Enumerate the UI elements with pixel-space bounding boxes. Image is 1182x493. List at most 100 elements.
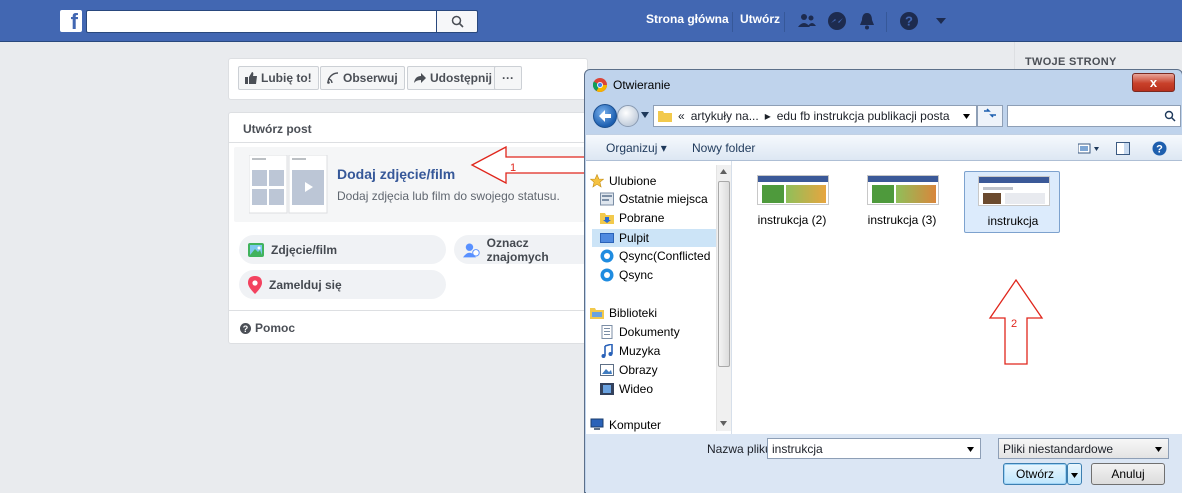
scrollbar-thumb[interactable] — [718, 181, 730, 367]
navigation-scrollbar[interactable] — [716, 165, 731, 431]
video-film-icon — [600, 383, 614, 395]
open-options-dropdown[interactable] — [1067, 463, 1082, 485]
history-dropdown-icon[interactable] — [641, 112, 649, 118]
file-thumbnail — [978, 176, 1050, 206]
nav-create[interactable]: Utwórz — [740, 12, 780, 26]
friend-requests-icon[interactable] — [796, 10, 818, 32]
open-button[interactable]: Otwórz — [1003, 463, 1067, 485]
account-menu-caret-icon[interactable] — [930, 10, 952, 32]
file-thumbnail — [867, 175, 939, 205]
facebook-logo[interactable]: f — [60, 10, 82, 32]
nav-home[interactable]: Strona główna — [646, 12, 729, 26]
nav-divider — [784, 12, 785, 32]
nav-pictures[interactable]: Obrazy — [600, 363, 718, 377]
dialog-close-button[interactable]: x — [1132, 73, 1175, 92]
back-arrow-icon — [599, 110, 611, 122]
nav-video-label: Wideo — [619, 382, 654, 396]
messenger-icon[interactable] — [826, 10, 848, 32]
file-item-selected[interactable]: instrukcja — [964, 171, 1060, 233]
share-button[interactable]: Udostępnij — [407, 66, 499, 90]
tag-friends-button[interactable]: Oznacz znajomych — [454, 235, 586, 264]
folder-icon — [658, 111, 672, 122]
downloads-folder-icon — [600, 213, 614, 224]
annotation-number-1: 1 — [510, 162, 517, 174]
more-options-button[interactable]: ··· — [494, 66, 522, 90]
search-icon — [451, 15, 464, 28]
view-options-icon[interactable] — [1078, 143, 1100, 155]
rss-follow-icon — [327, 72, 339, 84]
help-icon[interactable]: ? — [1152, 141, 1167, 156]
nav-qsync[interactable]: Qsync — [600, 268, 718, 282]
nav-downloads[interactable]: Pobrane — [600, 211, 718, 225]
nav-documents[interactable]: Dokumenty — [600, 325, 718, 339]
refresh-button[interactable] — [977, 105, 1003, 127]
path-overflow[interactable]: « — [678, 109, 685, 123]
address-dropdown-icon[interactable] — [963, 114, 970, 119]
search-input[interactable] — [86, 10, 436, 33]
qsync-icon — [600, 268, 614, 282]
cancel-button[interactable]: Anuluj — [1091, 463, 1165, 485]
file-type-select[interactable]: Pliki niestandardowe — [998, 438, 1169, 459]
open-file-dialog: Otwieranie x « artykuły na... ▸ edu fb i… — [584, 69, 1182, 493]
star-icon — [590, 174, 604, 188]
add-photo-video-title[interactable]: Dodaj zdjęcie/film — [337, 166, 455, 182]
nav-favorites[interactable]: Ulubione — [590, 174, 708, 188]
back-button[interactable] — [593, 104, 617, 128]
address-bar[interactable]: « artykuły na... ▸ edu fb instrukcja pub… — [653, 105, 977, 127]
dialog-title-bar[interactable]: Otwieranie — [593, 78, 670, 92]
share-label: Udostępnij — [430, 71, 492, 85]
file-thumbnail — [757, 175, 829, 205]
music-note-icon — [601, 344, 613, 358]
path-separator[interactable]: ▸ — [765, 109, 771, 123]
scroll-down-icon[interactable] — [720, 421, 727, 426]
share-arrow-icon — [414, 73, 426, 83]
your-pages-title: TWOJE STRONY — [1025, 56, 1117, 68]
nav-desktop[interactable]: Pulpit — [592, 229, 716, 247]
nav-computer[interactable]: Komputer — [590, 418, 708, 432]
like-label: Lubię to! — [261, 71, 312, 85]
file-name-value: instrukcja — [772, 442, 823, 456]
photo-video-button[interactable]: Zdjęcie/film — [239, 235, 446, 264]
computer-icon — [590, 418, 604, 430]
nav-qsync-conflicted[interactable]: Qsync(Conflicted — [600, 249, 718, 263]
file-type-value: Pliki niestandardowe — [1003, 442, 1114, 456]
file-name-input[interactable]: instrukcja — [767, 438, 981, 459]
dropdown-arrow-icon — [1071, 473, 1078, 478]
scroll-up-icon[interactable] — [720, 169, 727, 174]
navigation-pane: Ulubione Ostatnie miejsca Pobrane Pulpit… — [586, 161, 732, 434]
help-icon[interactable]: ? — [898, 10, 920, 32]
nav-music[interactable]: Muzyka — [600, 344, 718, 358]
nav-favorites-label: Ulubione — [609, 174, 657, 188]
search-button[interactable] — [436, 10, 478, 33]
notifications-bell-icon[interactable] — [856, 10, 878, 32]
annotation-number-2: 2 — [1011, 318, 1018, 330]
file-name-dropdown-icon[interactable] — [967, 447, 974, 452]
nav-recent-places[interactable]: Ostatnie miejsca — [600, 192, 718, 206]
file-name-label: Nazwa pliku: — [707, 442, 776, 456]
organize-menu[interactable]: Organizuj ▾ — [606, 141, 667, 155]
dialog-navigation-bar: « artykuły na... ▸ edu fb instrukcja pub… — [591, 103, 1181, 129]
path-segment-current[interactable]: edu fb instrukcja publikacji posta — [777, 109, 950, 123]
nav-divider — [732, 12, 733, 32]
file-type-dropdown-icon[interactable] — [1155, 447, 1162, 452]
path-segment[interactable]: artykuły na... — [691, 109, 759, 123]
thumbs-up-icon — [245, 72, 257, 84]
nav-video[interactable]: Wideo — [600, 382, 718, 396]
desktop-icon — [600, 233, 614, 243]
nav-libraries[interactable]: Biblioteki — [590, 306, 708, 320]
file-item[interactable]: instrukcja (3) — [854, 171, 950, 233]
preview-pane-icon[interactable] — [1116, 142, 1130, 155]
file-item[interactable]: instrukcja (2) — [744, 171, 840, 233]
forward-button[interactable] — [617, 105, 639, 127]
check-in-button[interactable]: Zamelduj się — [239, 270, 446, 299]
like-page-button[interactable]: Lubię to! — [238, 66, 319, 90]
help-link[interactable]: ? Pomoc — [240, 321, 295, 335]
follow-button[interactable]: Obserwuj — [320, 66, 405, 90]
photo-video-label: Zdjęcie/film — [271, 242, 338, 257]
new-folder-button[interactable]: Nowy folder — [692, 141, 755, 155]
libraries-icon — [590, 308, 604, 319]
nav-recent-places-label: Ostatnie miejsca — [619, 192, 708, 206]
follow-label: Obserwuj — [343, 71, 398, 85]
dialog-search-input[interactable] — [1007, 105, 1181, 127]
recent-places-icon — [600, 192, 614, 206]
